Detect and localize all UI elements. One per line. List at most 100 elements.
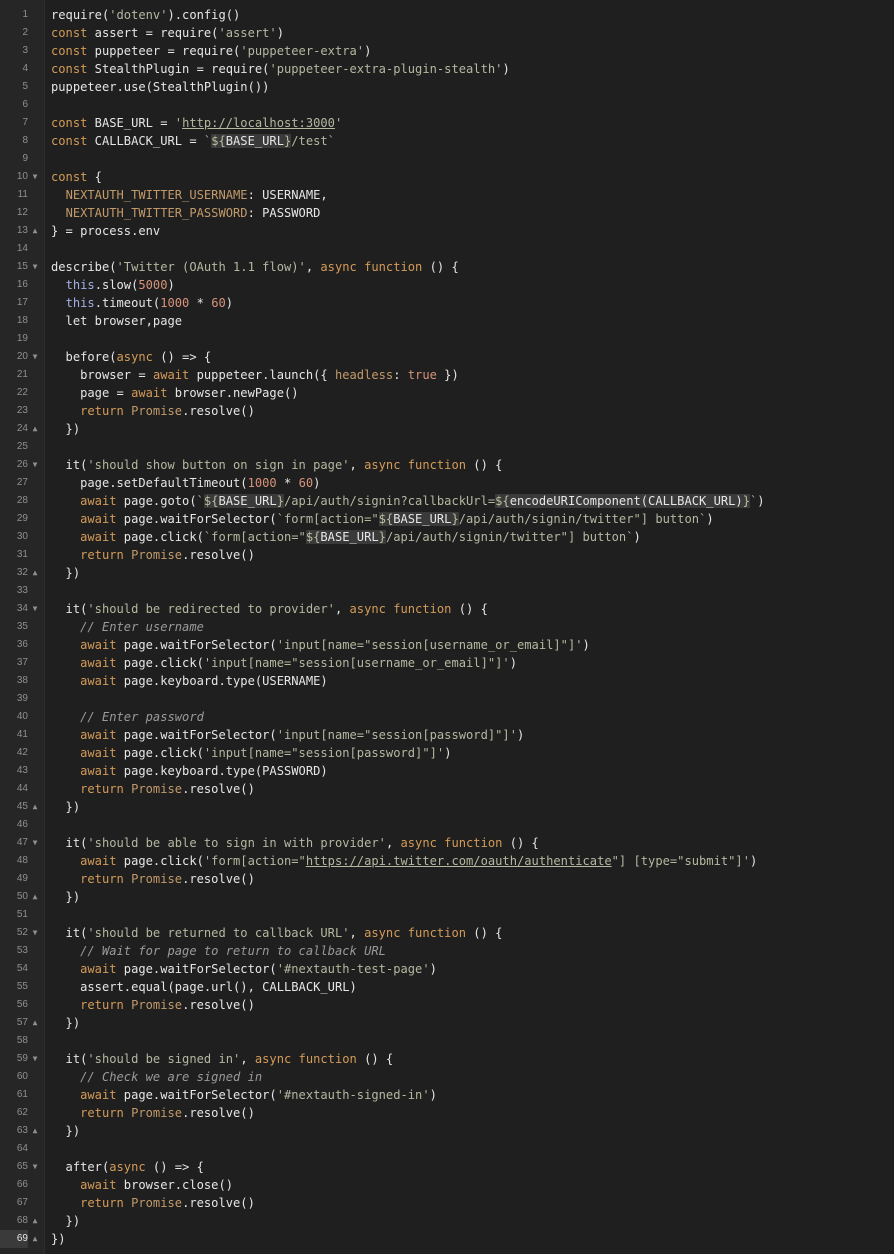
fold-collapse-icon[interactable]: ▼ [30,924,40,942]
code-editor[interactable]: 1 require('dotenv').config() 2 const assert… [0,0,894,1254]
fold-end-icon[interactable]: ▲ [30,420,40,438]
code-line[interactable]: 31 return Promise.resolve() [0,546,894,564]
line-number: 69 [0,1230,28,1248]
code-keyword: await [131,386,168,400]
code-line[interactable]: 63 ▲ }) [0,1122,894,1140]
code-line[interactable]: 38 await page.keyboard.type(USERNAME) [0,672,894,690]
code-line[interactable]: 25 [0,438,894,456]
code-line[interactable]: 66 await browser.close() [0,1176,894,1194]
code-line[interactable]: 35 // Enter username [0,618,894,636]
code-line[interactable]: 40 // Enter password [0,708,894,726]
code-line[interactable]: 29 await page.waitForSelector(`form[acti… [0,510,894,528]
code-line[interactable]: 64 [0,1140,894,1158]
fold-collapse-icon[interactable]: ▼ [30,1050,40,1068]
code-area[interactable]: 1 require('dotenv').config() 2 const assert… [0,6,894,1248]
code-line[interactable]: 26 ▼ it('should show button on sign in pa… [0,456,894,474]
code-line[interactable]: 10 ▼ const { [0,168,894,186]
fold-collapse-icon[interactable]: ▼ [30,834,40,852]
code-line[interactable]: 8 const CALLBACK_URL = `${BASE_URL}/test` [0,132,894,150]
code-line[interactable]: 57 ▲ }) [0,1014,894,1032]
code-line[interactable]: 45 ▲ }) [0,798,894,816]
code-line[interactable]: 41 await page.waitForSelector('input[nam… [0,726,894,744]
code-line[interactable]: 4 const StealthPlugin = require('puppetee… [0,60,894,78]
code-line[interactable]: 61 await page.waitForSelector('#nextauth… [0,1086,894,1104]
fold-collapse-icon[interactable]: ▼ [30,348,40,366]
code-line[interactable]: 50 ▲ }) [0,888,894,906]
fold-end-icon[interactable]: ▲ [30,1122,40,1140]
code-line[interactable]: 14 [0,240,894,258]
code-line[interactable]: 68 ▲ }) [0,1212,894,1230]
code-line[interactable]: 18 let browser,page [0,312,894,330]
code-url[interactable]: http://localhost:3000 [182,116,335,130]
code-line[interactable]: 15 ▼ describe('Twitter (OAuth 1.1 flow)', … [0,258,894,276]
code-line[interactable]: 42 await page.click('input[name="session… [0,744,894,762]
code-line[interactable]: 17 this.timeout(1000 * 60) [0,294,894,312]
code-line[interactable]: 46 [0,816,894,834]
code-line[interactable]: 33 [0,582,894,600]
fold-collapse-icon[interactable]: ▼ [30,456,40,474]
code-line[interactable]: 62 return Promise.resolve() [0,1104,894,1122]
code-line[interactable]: 69 ▲}) [0,1230,894,1248]
code-line[interactable]: 53 // Wait for page to return to callbac… [0,942,894,960]
code-line[interactable]: 49 return Promise.resolve() [0,870,894,888]
fold-end-icon[interactable]: ▲ [30,222,40,240]
code-line[interactable]: 7 const BASE_URL = 'http://localhost:3000… [0,114,894,132]
code-line[interactable]: 24 ▲ }) [0,420,894,438]
code-line[interactable]: 65 ▼ after(async () => { [0,1158,894,1176]
code-line[interactable]: 47 ▼ it('should be able to sign in with p… [0,834,894,852]
fold-end-icon[interactable]: ▲ [30,1014,40,1032]
fold-end-icon[interactable]: ▲ [30,1212,40,1230]
code-plain: , [305,260,321,274]
code-line[interactable]: 16 this.slow(5000) [0,276,894,294]
code-line[interactable]: 27 page.setDefaultTimeout(1000 * 60) [0,474,894,492]
code-line[interactable]: 60 // Check we are signed in [0,1068,894,1086]
code-line[interactable]: 5 puppeteer.use(StealthPlugin()) [0,78,894,96]
code-line[interactable]: 13 ▲} = process.env [0,222,894,240]
fold-end-icon[interactable]: ▲ [30,1230,40,1248]
code-line[interactable]: 22 page = await browser.newPage() [0,384,894,402]
code-plain: browser.newPage() [167,386,299,400]
code-line[interactable]: 1 require('dotenv').config() [0,6,894,24]
code-line[interactable]: 54 await page.waitForSelector('#nextauth… [0,960,894,978]
code-keyword: const [51,62,88,76]
code-line[interactable]: 20 ▼ before(async () => { [0,348,894,366]
code-line[interactable]: 55 assert.equal(page.url(), CALLBACK_URL… [0,978,894,996]
code-line[interactable]: 30 await page.click(`form[action="${BASE… [0,528,894,546]
code-line[interactable]: 37 await page.click('input[name="session… [0,654,894,672]
code-line[interactable]: 44 return Promise.resolve() [0,780,894,798]
code-line[interactable]: 3 const puppeteer = require('puppeteer-ex… [0,42,894,60]
fold-collapse-icon[interactable]: ▼ [30,1158,40,1176]
code-line[interactable]: 56 return Promise.resolve() [0,996,894,1014]
code-line[interactable]: 59 ▼ it('should be signed in', async func… [0,1050,894,1068]
fold-end-icon[interactable]: ▲ [30,888,40,906]
code-line[interactable]: 21 browser = await puppeteer.launch({ he… [0,366,894,384]
fold-end-icon[interactable]: ▲ [30,564,40,582]
code-plain: it( [51,1052,88,1066]
code-plain: }) [51,1124,81,1138]
code-line[interactable]: 36 await page.waitForSelector('input[nam… [0,636,894,654]
fold-collapse-icon[interactable]: ▼ [30,258,40,276]
code-line[interactable]: 28 await page.goto(`${BASE_URL}/api/auth… [0,492,894,510]
code-line[interactable]: 12 NEXTAUTH_TWITTER_PASSWORD: PASSWORD [0,204,894,222]
code-line[interactable]: 6 [0,96,894,114]
line-text: return Promise.resolve() [51,1104,255,1122]
code-line[interactable]: 19 [0,330,894,348]
fold-collapse-icon[interactable]: ▼ [30,600,40,618]
code-line[interactable]: 11 NEXTAUTH_TWITTER_USERNAME: USERNAME, [0,186,894,204]
code-line[interactable]: 51 [0,906,894,924]
code-line[interactable]: 9 [0,150,894,168]
code-line[interactable]: 39 [0,690,894,708]
code-line[interactable]: 34 ▼ it('should be redirected to provider… [0,600,894,618]
code-line[interactable]: 2 const assert = require('assert') [0,24,894,42]
code-url[interactable]: https://api.twitter.com/oauth/authentica… [306,854,612,868]
code-line[interactable]: 52 ▼ it('should be returned to callback U… [0,924,894,942]
fold-collapse-icon[interactable]: ▼ [30,168,40,186]
code-line[interactable]: 58 [0,1032,894,1050]
code-line[interactable]: 43 await page.keyboard.type(PASSWORD) [0,762,894,780]
fold-end-icon[interactable]: ▲ [30,798,40,816]
code-line[interactable]: 23 return Promise.resolve() [0,402,894,420]
line-number: 1 [22,9,28,20]
code-line[interactable]: 32 ▲ }) [0,564,894,582]
code-line[interactable]: 67 return Promise.resolve() [0,1194,894,1212]
code-line[interactable]: 48 await page.click('form[action="https:… [0,852,894,870]
